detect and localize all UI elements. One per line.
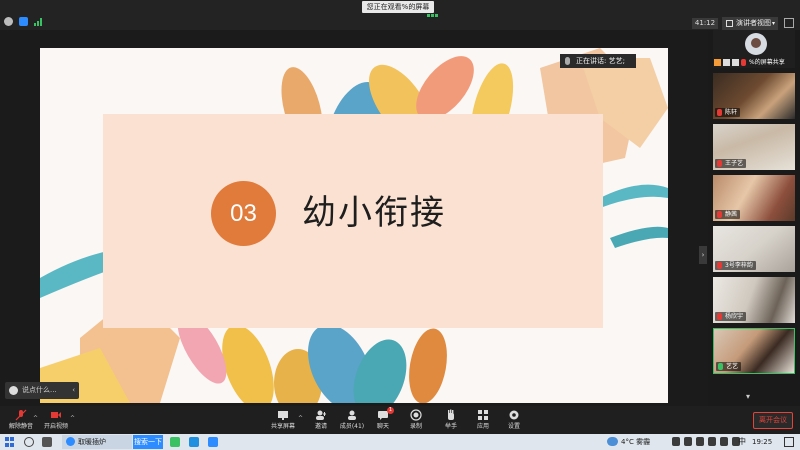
active-speaker-banner: 正在讲话: 艺艺; <box>560 54 636 68</box>
chevron-down-icon: ▾ <box>771 20 775 27</box>
participant-tile[interactable]: 3号李梓韵 <box>713 226 795 272</box>
record-button[interactable]: 录制 <box>398 408 434 434</box>
participant-gallery: %的屏幕共享 陈轩 王子艺 静茜 3号李梓韵 杨欣宇 艺艺 ▾ <box>708 30 800 406</box>
participant-name: 王子艺 <box>715 159 747 168</box>
leave-meeting-button[interactable]: 离开会议 <box>753 412 793 429</box>
add-user-icon <box>316 410 326 420</box>
participant-name: 艺艺 <box>716 362 742 371</box>
gear-icon <box>509 410 519 420</box>
grid-icon <box>726 20 733 27</box>
self-label: %的屏幕共享 <box>749 59 785 66</box>
share-screen-button[interactable]: 共享屏幕 <box>265 408 301 434</box>
raise-hand-button[interactable]: 举手 <box>433 408 469 434</box>
notification-icon[interactable] <box>784 437 794 447</box>
windows-start-icon[interactable] <box>5 437 15 447</box>
chevron-down-icon[interactable]: ▾ <box>746 392 750 401</box>
hand-icon <box>448 409 454 420</box>
taskbar-browser-label: 取暖插炉 <box>78 438 106 446</box>
app-icon[interactable] <box>189 437 199 447</box>
tray-app-icon[interactable] <box>708 437 716 446</box>
network-signal-icon[interactable] <box>34 17 44 26</box>
info-icon[interactable] <box>4 17 13 26</box>
task-view-icon[interactable] <box>42 437 52 447</box>
participant-name: 静茜 <box>715 210 741 219</box>
shield-icon[interactable] <box>19 17 28 26</box>
mic-muted-icon <box>717 211 722 218</box>
slide-title: 幼小衔接 <box>302 193 446 233</box>
chat-unread-badge: 1 <box>387 407 394 414</box>
tray-app-icon[interactable] <box>672 437 680 446</box>
video-off-icon <box>732 59 739 66</box>
fullscreen-icon[interactable] <box>784 18 794 28</box>
web-search-button[interactable]: 搜索一下 <box>133 435 163 449</box>
tray-app-icon[interactable] <box>684 437 692 446</box>
self-tile[interactable]: %的屏幕共享 <box>713 30 795 68</box>
record-icon <box>410 409 422 421</box>
microphone-icon <box>718 363 723 370</box>
section-number: 03 <box>211 181 276 246</box>
share-screen-icon <box>278 411 288 420</box>
start-video-button[interactable]: 开启视频 <box>38 408 74 434</box>
view-mode-button[interactable]: 演讲者视图 ▾ <box>722 17 778 30</box>
mic-muted-icon <box>717 160 722 167</box>
cloud-icon <box>607 437 618 446</box>
participant-tile-active-speaker[interactable]: 艺艺 <box>713 328 795 374</box>
system-clock[interactable]: 19:25 <box>752 434 772 450</box>
chevron-up-icon[interactable]: ^ <box>70 415 75 422</box>
self-status-bar: %的屏幕共享 <box>713 58 795 67</box>
participant-tile[interactable]: 杨欣宇 <box>713 277 795 323</box>
mic-muted-icon <box>741 59 746 66</box>
mic-muted-icon <box>717 109 722 116</box>
participant-tile[interactable]: 王子艺 <box>713 124 795 170</box>
participant-tile[interactable]: 陈轩 <box>713 73 795 119</box>
meeting-status-icons <box>4 17 44 26</box>
system-tray-icons <box>672 437 740 446</box>
browser-icon <box>66 437 75 446</box>
tray-app-icon[interactable] <box>696 437 704 446</box>
mic-muted-icon <box>15 409 27 421</box>
host-icon <box>714 59 721 66</box>
settings-button[interactable]: 设置 <box>496 408 532 434</box>
chat-prompt[interactable]: 说点什么... ‹ <box>5 382 79 399</box>
avatar <box>745 33 767 55</box>
viewing-screen-banner[interactable]: 您正在观看%的屏幕 <box>362 1 434 13</box>
users-icon <box>348 410 356 420</box>
participant-name: 陈轩 <box>715 108 741 117</box>
participant-name: 3号李梓韵 <box>715 261 756 270</box>
meeting-window: 您正在观看%的屏幕 41:12 演讲者视图 ▾ 03 幼小衔接 › 说点什么..… <box>0 0 800 450</box>
chevron-left-icon[interactable]: ‹ <box>72 382 75 399</box>
mic-muted-icon <box>717 313 722 320</box>
participant-tile[interactable]: 静茜 <box>713 175 795 221</box>
emoji-icon <box>9 386 18 395</box>
chat-button[interactable]: 1 聊天 <box>365 407 401 434</box>
weather-text: 4°C 雾霾 <box>621 438 651 446</box>
input-method-indicator[interactable]: 中 <box>738 434 746 450</box>
meeting-timer: 41:12 <box>692 18 718 29</box>
viewing-options-icon[interactable] <box>427 2 443 17</box>
apps-grid-icon <box>478 410 488 420</box>
search-icon[interactable] <box>24 437 34 447</box>
weather-widget[interactable]: 4°C 雾霾 <box>607 434 650 450</box>
network-icon[interactable] <box>720 437 728 446</box>
screen-icon <box>723 59 730 66</box>
microphone-icon <box>565 57 570 65</box>
view-mode-label: 演讲者视图 <box>736 19 771 27</box>
participant-name: 杨欣宇 <box>715 312 747 321</box>
top-bar: 您正在观看%的屏幕 41:12 演讲者视图 ▾ <box>0 0 800 30</box>
presentation-slide: 03 幼小衔接 <box>40 48 668 403</box>
shared-screen-area: 03 幼小衔接 › 说点什么... ‹ 正在讲话: 艺艺; <box>0 30 707 406</box>
video-off-icon <box>51 412 61 418</box>
os-taskbar: 取暖插炉 搜索一下 4°C 雾霾 中 19:25 <box>0 434 800 450</box>
chat-prompt-text: 说点什么... <box>22 386 57 394</box>
meeting-app-icon[interactable] <box>208 437 218 447</box>
collapse-gallery-handle[interactable]: › <box>699 246 707 264</box>
meeting-toolbar: 解除静音 ^ 开启视频 ^ 共享屏幕 ^ 邀请 成员(41) 1 聊天 录制 举… <box>0 406 800 434</box>
taskbar-browser-item[interactable]: 取暖插炉 <box>62 435 132 449</box>
active-speaker-label: 正在讲话: 艺艺; <box>576 57 625 65</box>
wechat-icon[interactable] <box>170 437 180 447</box>
mic-muted-icon <box>717 262 722 269</box>
